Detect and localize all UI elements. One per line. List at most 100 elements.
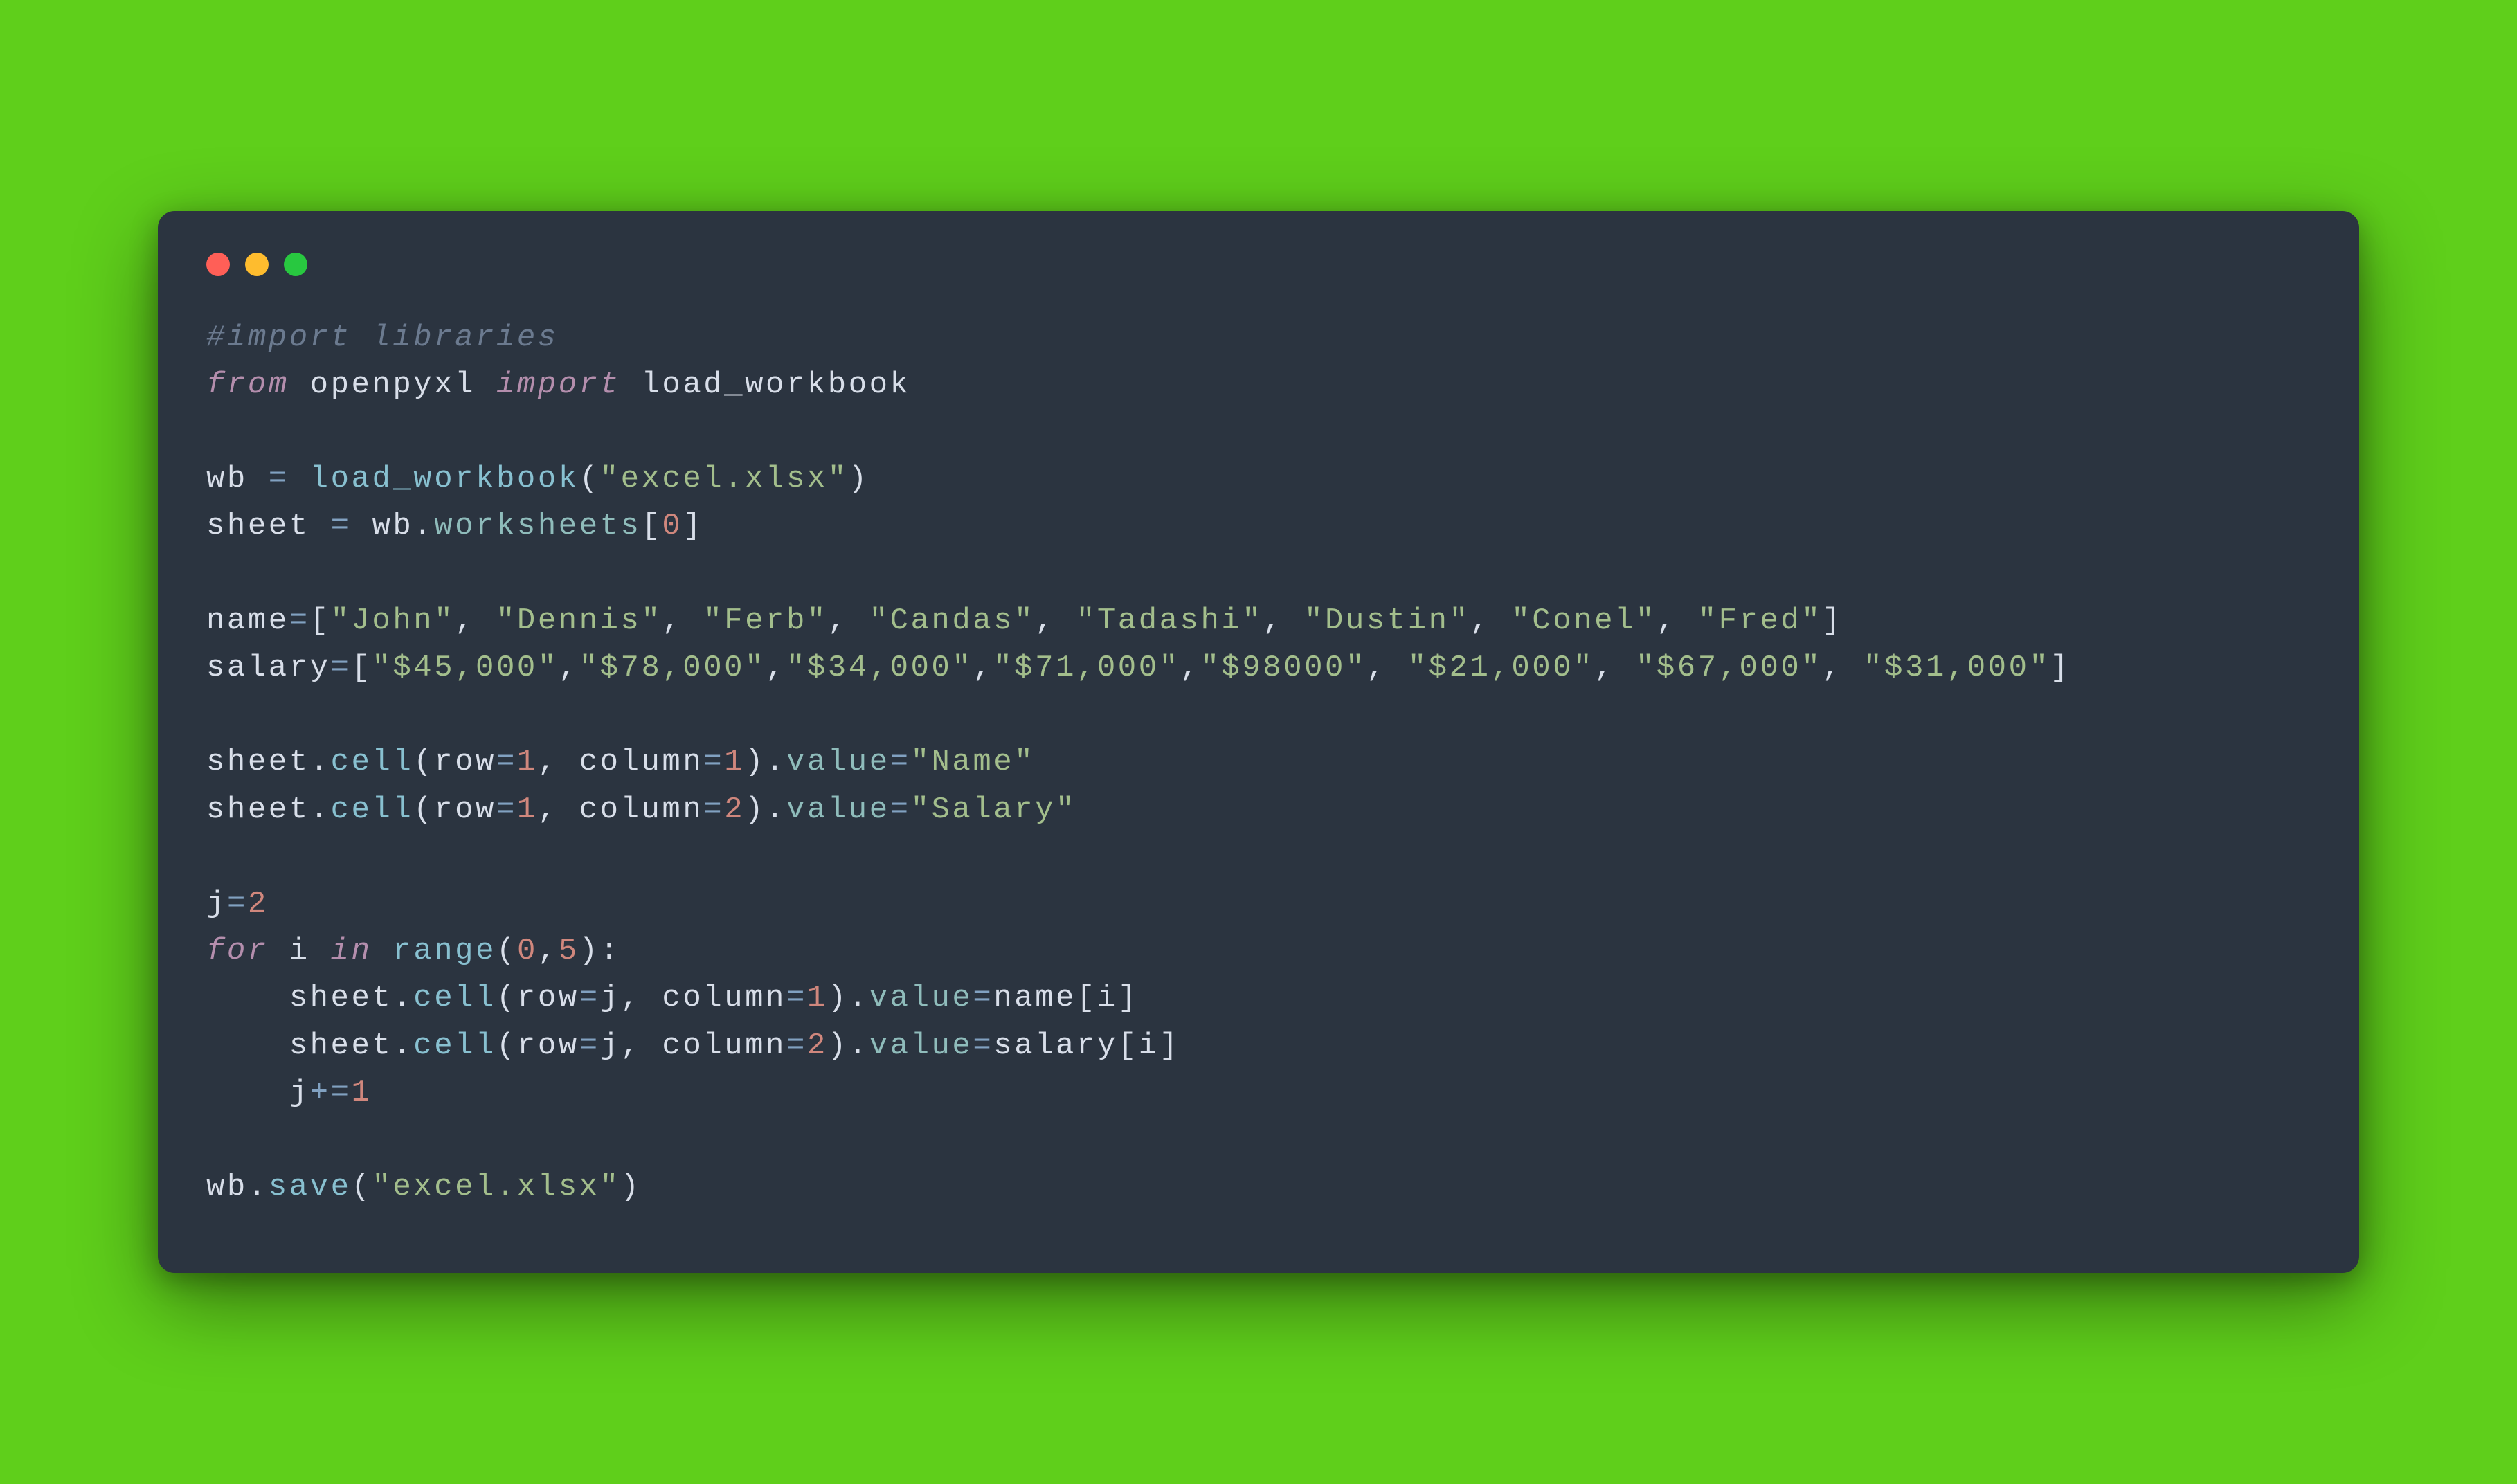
var-sheet: sheet bbox=[206, 745, 310, 779]
number-literal: 1 bbox=[807, 981, 828, 1015]
minimize-icon[interactable] bbox=[245, 253, 269, 276]
var-i: i bbox=[1139, 1029, 1160, 1063]
comma: , bbox=[621, 1029, 662, 1063]
dot: . bbox=[766, 793, 786, 827]
comma: , bbox=[973, 651, 993, 685]
var-i: i bbox=[1097, 981, 1118, 1015]
paren: ( bbox=[496, 1029, 517, 1063]
number-literal: 2 bbox=[724, 793, 745, 827]
var-wb: wb bbox=[206, 1170, 248, 1204]
method-cell: cell bbox=[331, 793, 414, 827]
code-block: #import libraries from openpyxl import l… bbox=[206, 314, 2311, 1211]
op-eq: = bbox=[973, 1029, 993, 1063]
kwarg-row: row bbox=[434, 745, 496, 779]
var-i: i bbox=[289, 934, 310, 968]
number-literal: 2 bbox=[807, 1029, 828, 1063]
string-literal: "Ferb" bbox=[703, 604, 828, 638]
method-cell: cell bbox=[413, 1029, 496, 1063]
keyword-from: from bbox=[206, 368, 289, 402]
traffic-lights bbox=[206, 253, 2311, 276]
number-literal: 5 bbox=[559, 934, 579, 968]
dot: . bbox=[393, 1029, 413, 1063]
zoom-icon[interactable] bbox=[284, 253, 307, 276]
dot: . bbox=[766, 745, 786, 779]
var-sheet: sheet bbox=[289, 1029, 393, 1063]
var-name: name bbox=[206, 604, 289, 638]
number-literal: 1 bbox=[724, 745, 745, 779]
bracket: ] bbox=[1160, 1029, 1180, 1063]
op-eq: = bbox=[579, 981, 600, 1015]
bracket: [ bbox=[351, 651, 372, 685]
paren: ) bbox=[745, 793, 766, 827]
func-range: range bbox=[393, 934, 496, 968]
string-literal: "$71,000" bbox=[993, 651, 1180, 685]
module-name: openpyxl bbox=[310, 368, 476, 402]
kwarg-column: column bbox=[579, 745, 704, 779]
paren: ) bbox=[849, 462, 869, 496]
comma: , bbox=[455, 604, 496, 638]
op-eq: = bbox=[331, 509, 352, 543]
number-literal: 2 bbox=[248, 887, 269, 921]
paren: ( bbox=[579, 462, 600, 496]
paren: ( bbox=[496, 934, 517, 968]
dot: . bbox=[310, 745, 331, 779]
indent bbox=[206, 981, 289, 1015]
op-eq: = bbox=[786, 981, 807, 1015]
method-save: save bbox=[269, 1170, 352, 1204]
op-eq: = bbox=[579, 1029, 600, 1063]
comma: , bbox=[1657, 604, 1698, 638]
attr-value: value bbox=[869, 981, 973, 1015]
code-window: #import libraries from openpyxl import l… bbox=[158, 211, 2359, 1274]
string-literal: "Conel" bbox=[1511, 604, 1656, 638]
dot: . bbox=[849, 981, 869, 1015]
number-literal: 1 bbox=[352, 1076, 372, 1110]
op-plus-eq: += bbox=[310, 1076, 352, 1110]
op-eq: = bbox=[331, 651, 352, 685]
keyword-in: in bbox=[331, 934, 372, 968]
code-comment: #import libraries bbox=[206, 320, 559, 355]
kwarg-row: row bbox=[434, 793, 496, 827]
op-eq: = bbox=[289, 604, 310, 638]
var-j: j bbox=[206, 887, 227, 921]
paren: ( bbox=[352, 1170, 372, 1204]
op-eq: = bbox=[496, 793, 517, 827]
op-eq: = bbox=[890, 745, 911, 779]
string-literal: "$34,000" bbox=[786, 651, 973, 685]
op-eq: = bbox=[703, 793, 724, 827]
comma: , bbox=[1822, 651, 1864, 685]
number-literal: 1 bbox=[517, 745, 538, 779]
op-eq: = bbox=[703, 745, 724, 779]
string-literal: "$21,000" bbox=[1408, 651, 1594, 685]
paren: ( bbox=[413, 793, 434, 827]
comma: , bbox=[621, 981, 662, 1015]
dot: . bbox=[413, 509, 434, 543]
op-eq: = bbox=[973, 981, 993, 1015]
string-literal: "excel.xlsx" bbox=[600, 462, 849, 496]
paren: ) bbox=[828, 1029, 849, 1063]
dot: . bbox=[248, 1170, 269, 1204]
comma: , bbox=[1470, 604, 1512, 638]
dot: . bbox=[310, 793, 331, 827]
bracket: [ bbox=[1076, 981, 1097, 1015]
number-literal: 0 bbox=[517, 934, 538, 968]
op-eq: = bbox=[269, 462, 289, 496]
colon: : bbox=[600, 934, 621, 968]
comma: , bbox=[538, 745, 579, 779]
string-literal: "Dennis" bbox=[496, 604, 662, 638]
close-icon[interactable] bbox=[206, 253, 230, 276]
kwarg-column: column bbox=[579, 793, 704, 827]
var-salary: salary bbox=[993, 1029, 1118, 1063]
comma: , bbox=[538, 934, 559, 968]
op-eq: = bbox=[496, 745, 517, 779]
kwarg-row: row bbox=[517, 981, 579, 1015]
method-cell: cell bbox=[331, 745, 414, 779]
var-j: j bbox=[600, 1029, 621, 1063]
comma: , bbox=[828, 604, 869, 638]
kwarg-row: row bbox=[517, 1029, 579, 1063]
number-literal: 1 bbox=[517, 793, 538, 827]
string-literal: "Name" bbox=[911, 745, 1036, 779]
kwarg-column: column bbox=[662, 981, 786, 1015]
bracket: ] bbox=[1118, 981, 1139, 1015]
comma: , bbox=[1594, 651, 1636, 685]
var-salary: salary bbox=[206, 651, 331, 685]
